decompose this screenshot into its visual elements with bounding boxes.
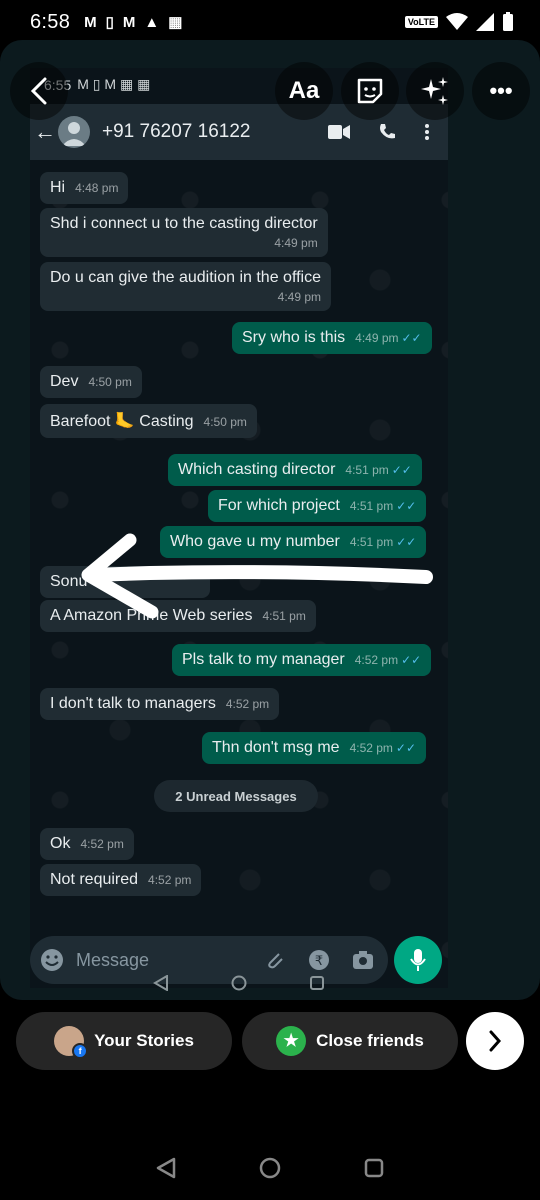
volte-badge: VoLTE [404, 16, 438, 28]
home-circle-icon[interactable] [259, 1157, 281, 1179]
message-time: 4:50 pm [88, 375, 132, 389]
message-time: 4:52 pm [80, 837, 124, 851]
message-time: 4:48 pm [75, 181, 119, 195]
message-time: 4:50 pm [203, 415, 247, 429]
message-time: 4:51 pm [345, 463, 389, 477]
message-bubble: Ok 4:52 pm [40, 828, 134, 860]
back-triangle-icon[interactable] [155, 1157, 177, 1179]
double-check-icon: ✓✓ [401, 331, 422, 345]
message-time: 4:52 pm [349, 741, 393, 755]
contact-name: +91 76207 16122 [102, 121, 251, 142]
message-text: Sry who is this [242, 329, 346, 346]
person-icon [62, 122, 86, 146]
wifi-icon [446, 13, 468, 30]
signal-icon [476, 13, 494, 31]
message-text: Which casting director [178, 461, 336, 478]
back-arrow-icon: ← [34, 119, 56, 144]
system-nav-bar [0, 1140, 540, 1196]
chevron-left-icon [30, 77, 47, 105]
double-check-icon: ✓✓ [401, 653, 422, 667]
status-indicators: VoLTE [404, 12, 514, 32]
double-check-icon: ✓✓ [395, 741, 417, 755]
effects-button[interactable] [406, 62, 464, 120]
message-time: 4:52 pm [354, 653, 399, 667]
message-time: 4:52 pm [148, 873, 192, 887]
home-circle-icon [231, 975, 247, 991]
screenshot-nav-bar [30, 960, 448, 1000]
message-time: 4:49 pm [355, 331, 399, 345]
video-call-icon [328, 125, 350, 139]
close-friends-label: Close friends [316, 1031, 424, 1050]
drawn-arrow-annotation [81, 533, 433, 619]
gmail-icon: M [84, 13, 97, 31]
text-tool-button[interactable]: Aa [275, 62, 333, 120]
sticker-button[interactable] [341, 62, 399, 120]
double-check-icon: ✓✓ [391, 463, 412, 477]
facebook-icon: f [72, 1043, 89, 1059]
message-time: 4:52 pm [225, 697, 270, 711]
message-bubble: Pls talk to my manager 4:52 pm ✓✓ [172, 644, 432, 676]
message-text: Pls talk to my manager [182, 651, 345, 668]
message-bubble: Barefoot 🦶 Casting 4:50 pm [40, 404, 257, 438]
message-text: Barefoot 🦶 Casting [50, 413, 194, 430]
message-text: I don't talk to managers [50, 695, 216, 712]
message-bubble: Dev 4:50 pm [40, 366, 142, 398]
your-stories-button[interactable]: f Your Stories [16, 1012, 232, 1070]
message-bubble: Do u can give the audition in the office… [40, 262, 331, 311]
sticker-icon [357, 78, 383, 104]
message-time: 4:51 pm [349, 499, 394, 513]
message-bubble: Sry who is this 4:49 pm ✓✓ [232, 322, 432, 354]
message-time: 4:49 pm [277, 290, 321, 304]
message-text: Thn don't msg me [212, 739, 340, 756]
whatsapp-screenshot: 6:55 M ▯ M ▦ ▦ ← +91 76207 16122 Hi 4:48 … [30, 68, 448, 988]
chevron-right-icon [489, 1030, 502, 1052]
message-text: Not required [50, 871, 139, 888]
message-bubble: Not required 4:52 pm [40, 864, 202, 896]
your-stories-label: Your Stories [94, 1031, 194, 1050]
message-bubble: Shd i connect u to the casting director … [40, 208, 328, 257]
message-text: Do u can give the audition in the office [50, 269, 321, 286]
battery-icon [503, 12, 513, 31]
message-bubble: Which casting director 4:51 pm ✓✓ [168, 454, 422, 486]
calendar-icon: ▦ [168, 14, 183, 31]
next-button[interactable] [466, 1012, 524, 1070]
message-text: For which project [218, 497, 340, 514]
message-text: Ok [50, 835, 71, 852]
story-canvas: 6:55 M ▯ M ▦ ▦ ← +91 76207 16122 Hi 4:48 … [0, 40, 540, 1000]
star-icon: ★ [276, 1026, 307, 1056]
recents-square-icon[interactable] [363, 1157, 385, 1179]
gmail-icon: M [122, 13, 136, 31]
contact-avatar [58, 116, 90, 148]
sparkles-icon [421, 77, 448, 105]
message-text: Hi [50, 179, 66, 196]
message-bubble: Hi 4:48 pm [40, 172, 129, 204]
message-time: 4:49 pm [274, 236, 318, 250]
close-friends-button[interactable]: ★ Close friends [242, 1012, 458, 1070]
message-bubble: Thn don't msg me 4:52 pm ✓✓ [202, 732, 427, 764]
phone-icon [380, 124, 395, 139]
menu-dots-icon [425, 124, 429, 140]
back-button[interactable] [10, 62, 68, 120]
back-triangle-icon [153, 975, 168, 991]
user-avatar: f [54, 1026, 89, 1059]
gallery-icon: ▲ [144, 13, 160, 31]
sim-icon: ▯ [105, 14, 114, 31]
share-bar: f Your Stories ★ Close friends [0, 1010, 540, 1072]
message-text: Shd i connect u to the casting director [50, 215, 318, 232]
unread-messages-badge: 2 Unread Messages [154, 780, 318, 812]
message-bubble: For which project 4:51 pm ✓✓ [208, 490, 427, 522]
status-bar: 6:58 M ▯ M ▲ ▦ VoLTE [0, 0, 540, 44]
message-bubble: I don't talk to managers 4:52 pm [40, 688, 280, 720]
header-actions [328, 123, 448, 141]
message-text: Dev [50, 373, 79, 390]
notification-icons: M ▯ M ▲ ▦ [84, 13, 183, 32]
status-time: 6:58 [30, 10, 71, 33]
double-check-icon: ✓✓ [396, 499, 417, 513]
recents-square-icon [310, 976, 324, 990]
screenshot-notification-icons: M ▯ M ▦ ▦ [77, 76, 151, 92]
more-options-button[interactable]: ••• [472, 62, 530, 120]
